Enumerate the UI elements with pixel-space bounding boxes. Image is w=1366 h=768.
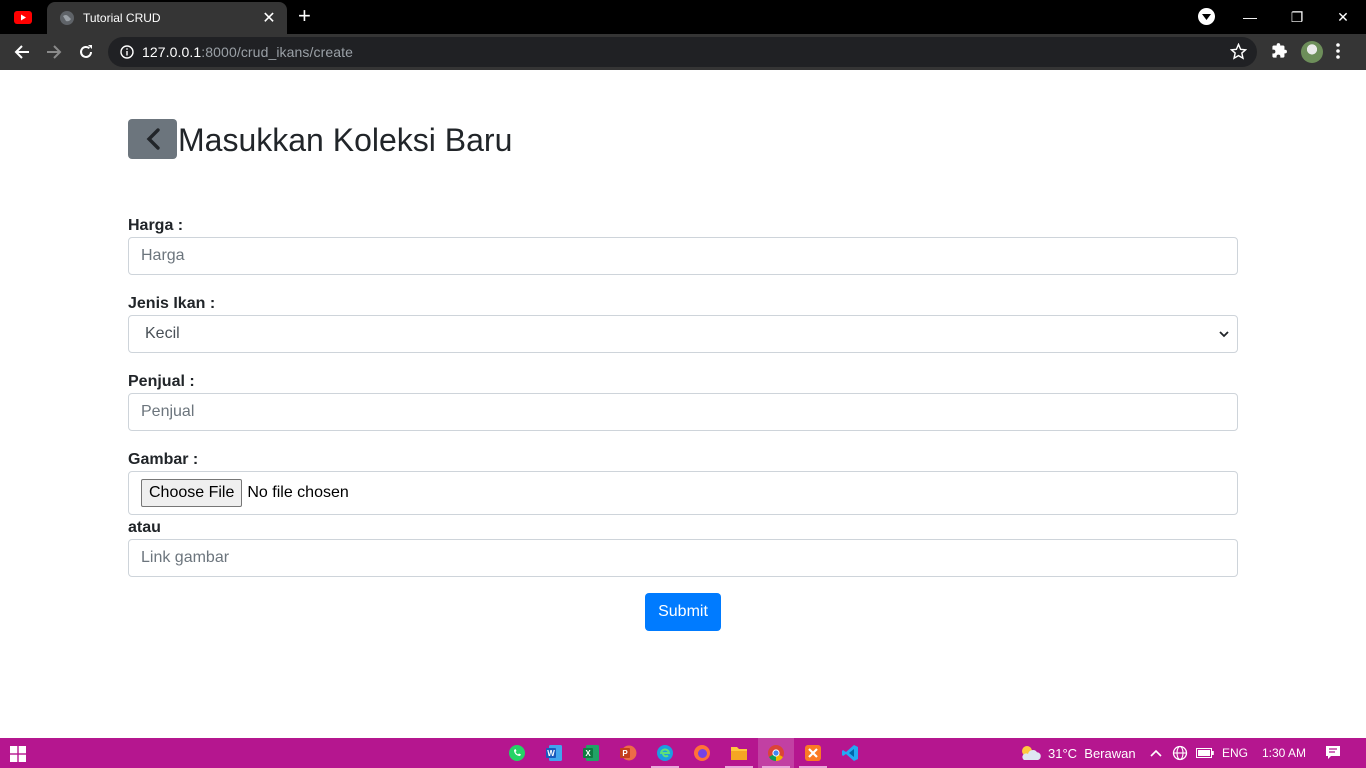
jenis-ikan-selected: Kecil [145,325,180,342]
profile-avatar[interactable] [1301,41,1323,63]
folder-icon [731,747,747,760]
chrome-icon [768,745,784,762]
svg-text:W: W [547,749,555,758]
notification-icon [1326,746,1340,759]
reload-icon [80,45,92,58]
battery-icon [1196,748,1214,758]
taskbar-firefox[interactable] [684,738,720,768]
taskbar-whatsapp[interactable] [499,738,535,768]
cloud-sun-icon [1022,746,1041,760]
battery-status[interactable] [1196,738,1214,768]
close-window-button[interactable]: ✕ [1320,0,1366,34]
taskbar-chrome[interactable] [758,738,794,768]
info-icon[interactable] [120,45,134,59]
kebab-menu-icon[interactable] [1336,43,1340,59]
jenis-ikan-select[interactable]: Kecil [128,315,1238,353]
address-bar[interactable]: 127.0.0.1:8000/crud_ikans/create [108,37,1257,67]
tray-overflow[interactable] [1150,738,1162,768]
arrow-right-icon [47,45,62,59]
submit-button[interactable]: Submit [645,593,721,631]
browser-toolbar: 127.0.0.1:8000/crud_ikans/create [0,34,1366,70]
harga-label: Harga : [128,217,184,234]
penjual-label: Penjual : [128,373,195,390]
minimize-button[interactable]: — [1227,0,1273,34]
file-status: No file chosen [247,484,349,501]
arrow-left-icon [14,45,29,59]
chevron-left-icon [146,128,160,150]
notifications-button[interactable] [1325,738,1341,768]
link-gambar-input[interactable] [128,539,1238,577]
clock[interactable]: 1:30 AM [1262,738,1306,768]
url-text[interactable]: 127.0.0.1:8000/crud_ikans/create [142,44,353,60]
taskbar-word[interactable]: W [536,738,572,768]
svg-text:P: P [622,749,628,758]
firefox-icon [694,745,710,761]
weather-widget[interactable]: 31°C Berawan [1018,738,1136,768]
bookmark-star-icon[interactable] [1230,43,1247,60]
tab-close-icon[interactable]: ✕ [261,8,277,28]
new-tab-button[interactable]: + [298,5,311,27]
choose-file-button[interactable]: Choose File [141,479,243,507]
language-indicator[interactable]: ENG [1222,738,1248,768]
svg-text:X: X [585,749,591,758]
gambar-label: Gambar : [128,451,199,468]
tab-title: Tutorial CRUD [83,11,161,25]
youtube-icon [14,10,32,24]
taskbar-edge[interactable] [647,738,683,768]
word-icon: W [546,745,562,761]
chevron-down-icon [1202,13,1211,20]
tab-search-button[interactable] [1198,8,1215,25]
network-status[interactable] [1172,738,1188,768]
harga-input[interactable] [128,237,1238,275]
taskbar-vscode[interactable] [832,738,868,768]
jenis-ikan-label: Jenis Ikan : [128,295,216,312]
gambar-file-input[interactable]: Choose File No file chosen [128,471,1238,515]
penjual-input[interactable] [128,393,1238,431]
youtube-tab[interactable] [0,0,46,34]
globe-network-icon [1172,745,1188,761]
restore-button[interactable]: ❐ [1274,0,1320,34]
page-content: Masukkan Koleksi Baru Harga : Jenis Ikan… [0,70,1366,738]
taskbar-xampp[interactable] [795,738,831,768]
globe-icon [60,11,74,25]
edge-icon [657,745,673,761]
taskbar-file-explorer[interactable] [721,738,757,768]
xampp-icon [805,745,821,761]
browser-titlebar: Tutorial CRUD ✕ + — ❐ ✕ [0,0,1366,34]
page-title: Masukkan Koleksi Baru [178,122,513,158]
back-button[interactable] [128,119,177,159]
reload-button[interactable] [72,38,100,66]
taskbar-excel[interactable]: X [573,738,609,768]
url-path: :8000/crud_ikans/create [201,44,354,60]
vscode-icon [842,745,858,761]
url-host: 127.0.0.1 [142,44,202,60]
windows-start-icon[interactable] [10,746,26,762]
chevron-down-icon [1219,330,1229,337]
windows-taskbar: W X P 31°C Berawan ENG 1:30 AM [0,738,1366,768]
chevron-up-icon [1150,749,1162,757]
atau-label: atau [128,519,161,536]
forward-nav-button[interactable] [40,38,68,66]
weather-text: 31°C Berawan [1048,745,1136,761]
excel-icon: X [583,745,599,761]
back-nav-button[interactable] [8,38,36,66]
active-tab[interactable]: Tutorial CRUD ✕ [47,2,287,34]
extensions-puzzle-icon[interactable] [1271,42,1288,59]
powerpoint-icon: P [620,745,637,761]
taskbar-powerpoint[interactable]: P [610,738,646,768]
whatsapp-icon [509,745,525,761]
